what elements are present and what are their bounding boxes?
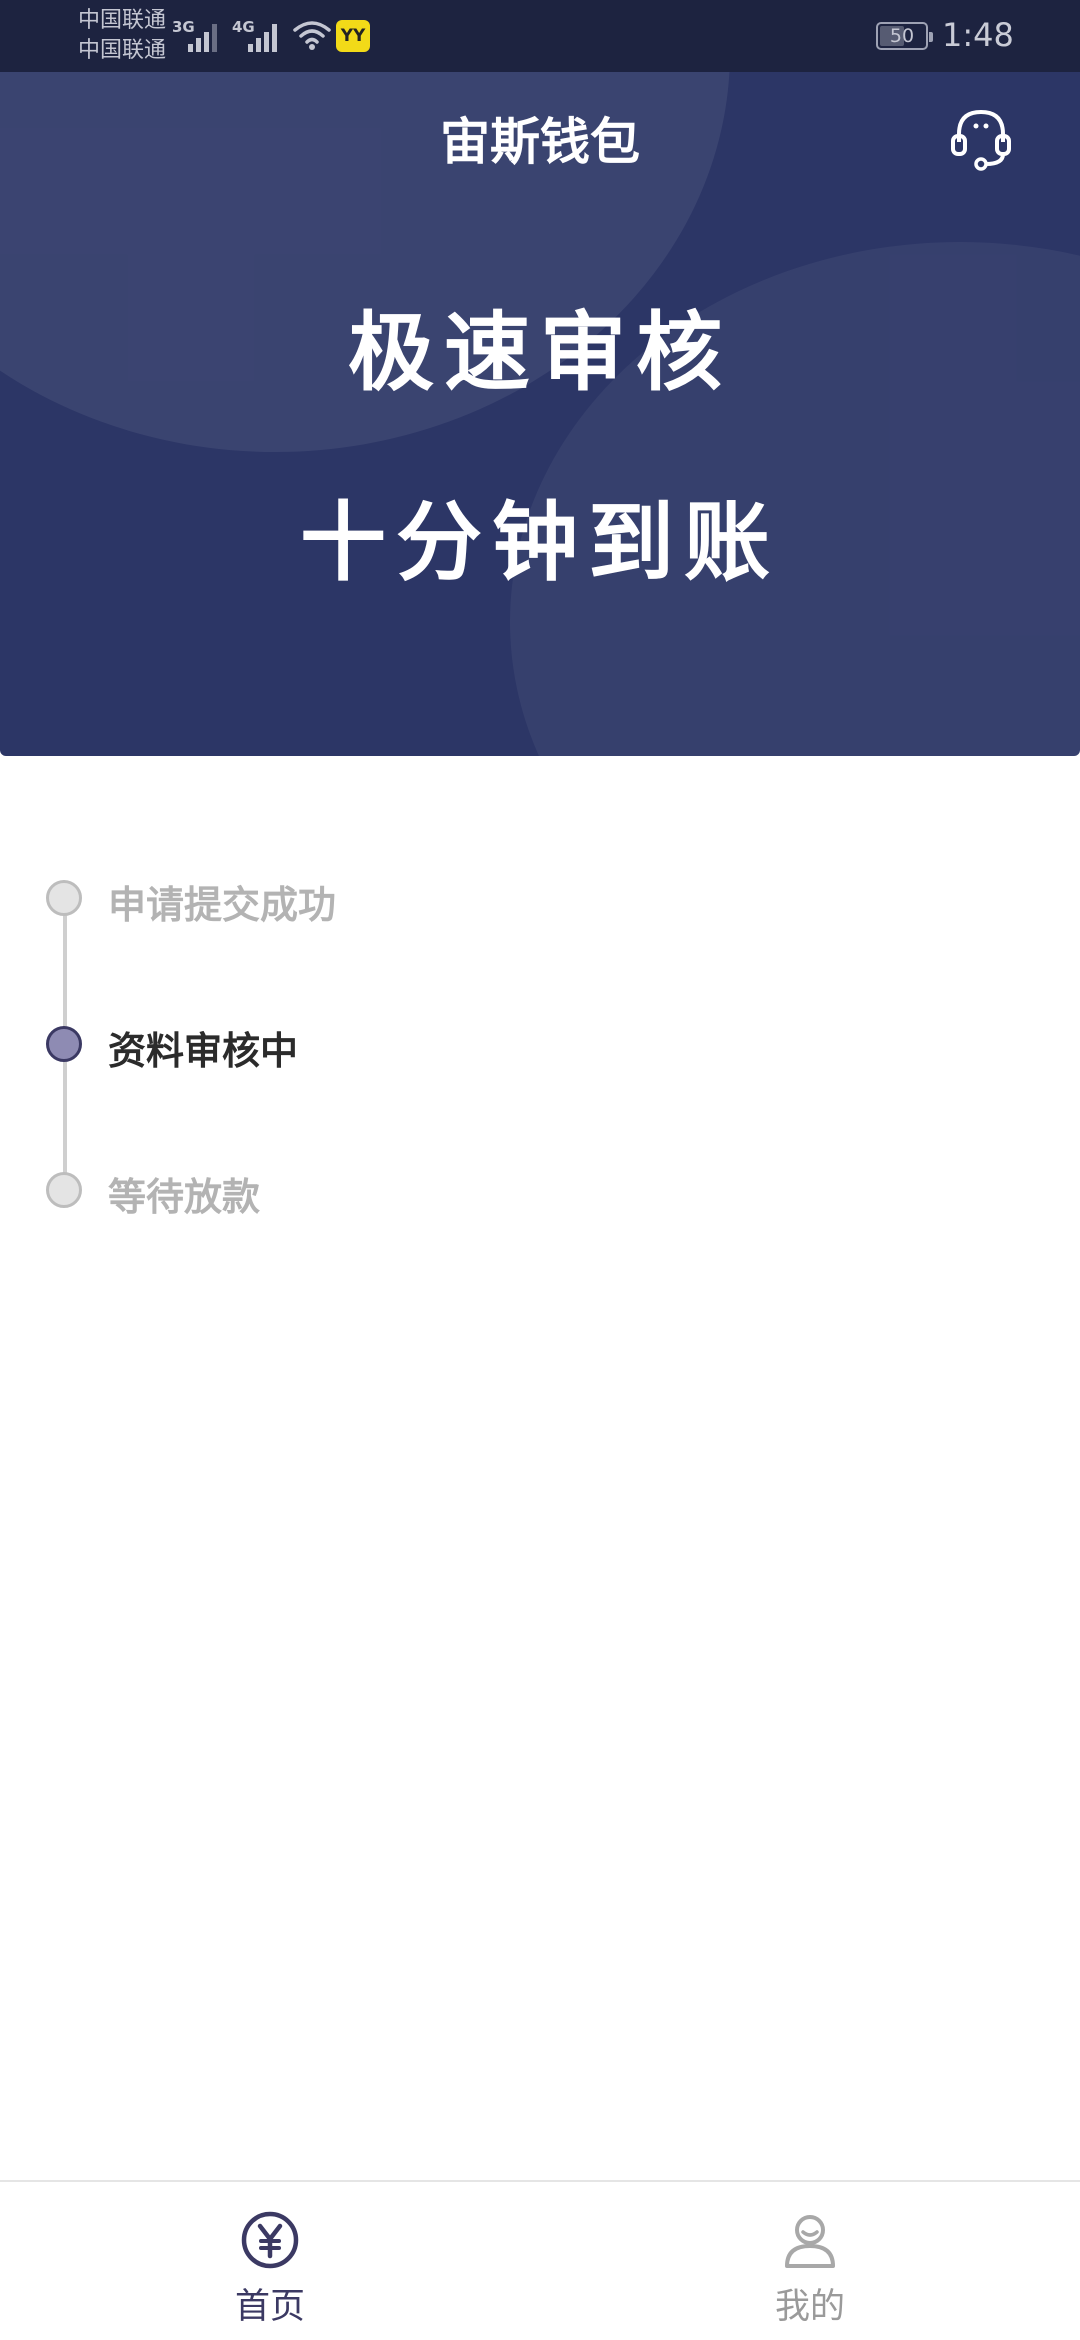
app-screen: 中国联通 中国联通 3G 4G YY 50 1:48 宙斯钱包 极速审核 十分钟…: [0, 0, 1080, 2340]
headset-icon[interactable]: [946, 104, 1016, 174]
page-title: 宙斯钱包: [440, 113, 640, 171]
step-dot-active-icon: [46, 1026, 82, 1062]
yuan-icon: [241, 2211, 299, 2269]
status-time: 1:48: [942, 16, 1014, 54]
timeline-step-submitted: 申请提交成功: [46, 868, 946, 928]
review-progress-timeline: 申请提交成功 资料审核中 等待放款: [0, 860, 1080, 1219]
slogan-line-1: 极速审核: [348, 303, 732, 403]
step-label: 等待放款: [108, 1175, 261, 1219]
nav-home-label: 首页: [234, 2287, 305, 2327]
timeline-step-awaiting-payout: 等待放款: [46, 1160, 946, 1220]
step-dot-icon: [46, 880, 82, 916]
carrier-2-label: 中国联通: [78, 38, 167, 63]
step-dot-icon: [46, 1172, 82, 1208]
step-label: 申请提交成功: [108, 883, 337, 927]
user-icon: [785, 2215, 835, 2268]
slogan-line-2: 十分钟到账: [300, 493, 780, 593]
status-bar: 中国联通 中国联通 3G 4G YY 50 1:48: [0, 0, 1080, 72]
nav-item-home[interactable]: 首页: [0, 2182, 540, 2340]
yy-app-icon: YY: [336, 20, 370, 52]
carrier-labels: 中国联通 中国联通: [78, 6, 166, 66]
header-banner: 宙斯钱包 极速审核 十分钟到账: [0, 72, 1080, 756]
timeline-step-reviewing: 资料审核中: [46, 1014, 946, 1074]
carrier-1-label: 中国联通: [78, 8, 167, 33]
nav-me-label: 我的: [774, 2287, 845, 2327]
nav-item-me[interactable]: 我的: [540, 2182, 1080, 2340]
step-label: 资料审核中: [108, 1029, 299, 1073]
wifi-icon: [293, 21, 331, 50]
battery-level: 50: [889, 25, 915, 47]
battery-icon: 50: [876, 22, 933, 50]
bottom-nav: 首页 我的: [0, 2180, 1080, 2340]
